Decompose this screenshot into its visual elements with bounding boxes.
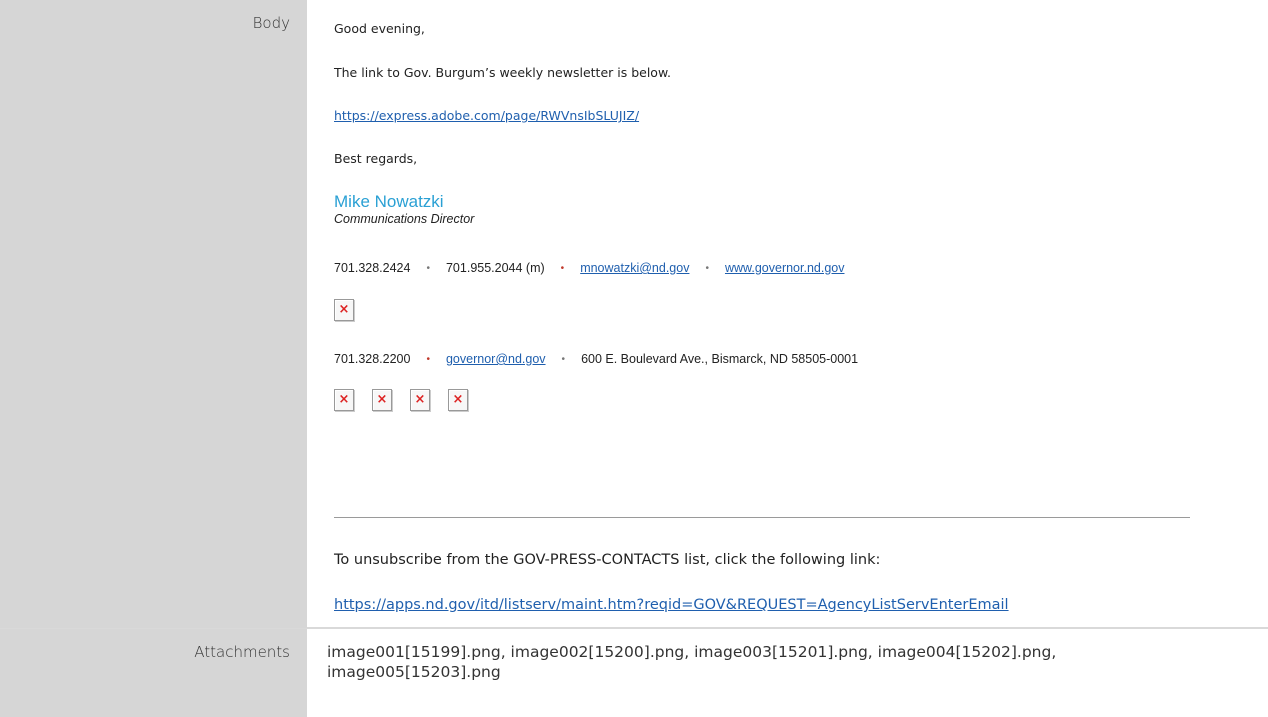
- governor-email-link[interactable]: governor@nd.gov: [446, 352, 546, 366]
- broken-image-row-2: × × × ×: [334, 389, 482, 414]
- body-row: Body Good evening, The link to Gov. Burg…: [0, 0, 1268, 628]
- separator-dot: •: [426, 353, 430, 365]
- separator-dot: •: [705, 262, 709, 274]
- broken-image-icon: ×: [334, 299, 354, 321]
- greeting-text: Good evening,: [334, 21, 425, 36]
- body-label: Body: [0, 0, 307, 628]
- mobile-number: 701.955.2044 (m): [445, 261, 545, 275]
- separator-dot: •: [426, 262, 430, 274]
- separator-dot: •: [561, 353, 566, 365]
- website-link[interactable]: www.governor.nd.gov: [725, 261, 845, 275]
- phone-number: 701.328.2424: [334, 261, 411, 275]
- divider: [334, 517, 1190, 518]
- broken-image-icon: ×: [334, 389, 354, 411]
- signature-name: Mike Nowatzki: [334, 192, 444, 211]
- newsletter-link[interactable]: https://express.adobe.com/page/RWVnsIbSL…: [334, 108, 639, 123]
- broken-image-icon: ×: [409, 389, 430, 411]
- broken-image-icon: ×: [371, 389, 392, 411]
- contact-line-2: 701.328.2200 • governor@nd.gov • 600 E. …: [334, 352, 858, 366]
- office-phone: 701.328.2200: [334, 352, 411, 366]
- email-link[interactable]: mnowatzki@nd.gov: [580, 261, 689, 275]
- contact-line-1: 701.328.2424 • 701.955.2044 (m) • mnowat…: [334, 261, 844, 275]
- separator-dot: •: [560, 262, 565, 274]
- broken-image-row-1: ×: [334, 299, 368, 324]
- signature-title: Communications Director: [334, 212, 475, 226]
- email-body: Good evening, The link to Gov. Burgum’s …: [307, 0, 1268, 628]
- closing-text: Best regards,: [334, 151, 418, 166]
- office-address: 600 E. Boulevard Ave., Bismarck, ND 5850…: [581, 352, 859, 366]
- broken-image-icon: ×: [447, 389, 468, 411]
- intro-text: The link to Gov. Burgum’s weekly newslet…: [334, 65, 671, 80]
- unsubscribe-text: To unsubscribe from the GOV-PRESS-CONTAC…: [334, 552, 881, 568]
- attachments-row: Attachments image001[15199].png, image00…: [0, 628, 1268, 717]
- unsubscribe-link[interactable]: https://apps.nd.gov/itd/listserv/maint.h…: [334, 597, 1009, 613]
- attachments-label: Attachments: [0, 629, 307, 717]
- attachments-value: image001[15199].png, image002[15200].png…: [307, 629, 1268, 717]
